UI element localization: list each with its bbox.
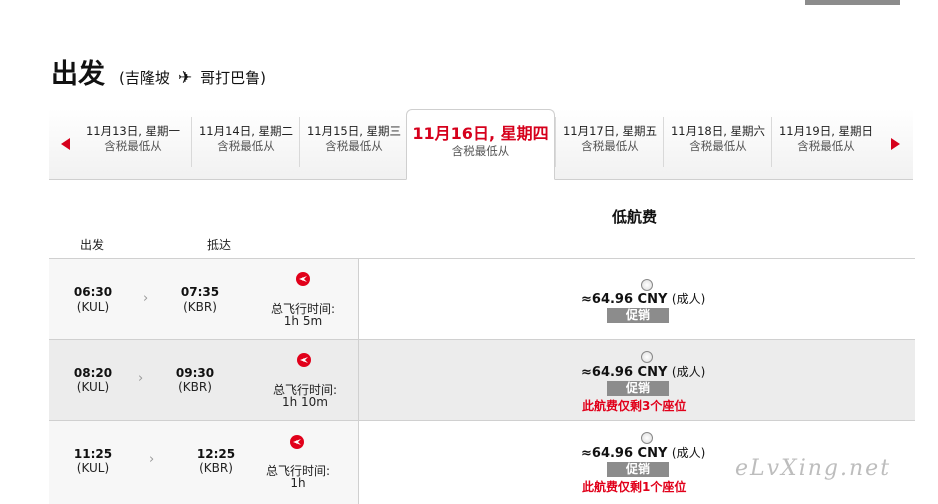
promo-badge: 促销 bbox=[607, 308, 669, 323]
arrival-time: 09:30 bbox=[175, 366, 215, 380]
date-tab-6[interactable]: 11月19日, 星期日 含税最低从 bbox=[771, 117, 880, 167]
page-header: 出发 (吉隆坡 ✈ 哥打巴鲁) bbox=[51, 52, 266, 90]
date-tab-date: 11月16日, 星期四 bbox=[412, 124, 549, 143]
promo-badge: 促销 bbox=[607, 381, 669, 396]
arrival-airport: (KBR) bbox=[183, 300, 217, 314]
top-action-button[interactable] bbox=[805, 0, 900, 5]
duration-value: 1h 5m bbox=[283, 314, 323, 328]
fare-amount: ≈64.96 CNY bbox=[581, 365, 668, 380]
departure-airport: (KUL) bbox=[76, 300, 110, 314]
fare-price: ≈64.96 CNY (成人) bbox=[581, 363, 705, 380]
chevron-right-icon: › bbox=[143, 291, 149, 306]
flight-plane-icon bbox=[290, 435, 304, 449]
date-tab-3-selected[interactable]: 11月16日, 星期四 含税最低从 bbox=[406, 109, 555, 180]
fare-passenger-type: (成人) bbox=[671, 446, 706, 460]
chevron-right-icon: › bbox=[138, 371, 144, 386]
fare-passenger-type: (成人) bbox=[671, 292, 706, 306]
date-tab-sub: 含税最低从 bbox=[797, 139, 855, 153]
airplane-icon: ✈ bbox=[177, 67, 193, 88]
seats-remaining: 此航费仅剩1个座位 bbox=[582, 480, 687, 494]
fare-passenger-type: (成人) bbox=[671, 365, 706, 379]
departure-time: 11:25 bbox=[73, 447, 113, 461]
flight-row[interactable]: 08:20 (KUL) › 09:30 (KBR) 总飞行时间: 1h 10m … bbox=[49, 339, 915, 420]
date-tab-date: 11月17日, 星期五 bbox=[562, 124, 658, 138]
date-tab-5[interactable]: 11月18日, 星期六 含税最低从 bbox=[663, 117, 772, 167]
date-tab-sub: 含税最低从 bbox=[217, 139, 275, 153]
duration-value: 1h bbox=[290, 476, 306, 490]
fare-radio[interactable] bbox=[641, 432, 653, 444]
arrival-time: 12:25 bbox=[196, 447, 236, 461]
arrival-airport: (KBR) bbox=[178, 380, 212, 394]
date-tab-sub: 含税最低从 bbox=[581, 139, 639, 153]
date-tab-0[interactable]: 11月13日, 星期一 含税最低从 bbox=[79, 117, 187, 167]
destination-city: 哥打巴鲁) bbox=[200, 69, 266, 87]
route: (吉隆坡 ✈ 哥打巴鲁) bbox=[119, 67, 266, 88]
origin-city: (吉隆坡 bbox=[119, 69, 170, 87]
departure-time: 08:20 bbox=[73, 366, 113, 380]
fare-price: ≈64.96 CNY (成人) bbox=[581, 290, 705, 307]
fare-column-header: 低航费 bbox=[612, 208, 658, 226]
fare-price: ≈64.96 CNY (成人) bbox=[581, 444, 705, 461]
seats-remaining: 此航费仅剩3个座位 bbox=[582, 399, 687, 413]
date-tab-4[interactable]: 11月17日, 星期五 含税最低从 bbox=[555, 117, 664, 167]
date-tab-date: 11月13日, 星期一 bbox=[85, 124, 181, 138]
fare-radio[interactable] bbox=[641, 351, 653, 363]
fare-amount: ≈64.96 CNY bbox=[581, 292, 668, 307]
date-tab-sub: 含税最低从 bbox=[689, 139, 747, 153]
date-selector: 11月13日, 星期一 含税最低从 11月14日, 星期二 含税最低从 11月1… bbox=[49, 109, 913, 180]
departure-time: 06:30 bbox=[73, 285, 113, 299]
flight-row[interactable]: 06:30 (KUL) › 07:35 (KBR) 总飞行时间: 1h 5m ≈… bbox=[49, 258, 915, 339]
page-title: 出发 bbox=[51, 59, 105, 90]
duration-value: 1h 10m bbox=[281, 395, 328, 409]
arrival-column-header: 抵达 bbox=[207, 238, 232, 252]
date-tab-2[interactable]: 11月15日, 星期三 含税最低从 bbox=[299, 117, 408, 167]
site-watermark: eLvXing.net bbox=[735, 456, 892, 481]
fare-cell: ≈64.96 CNY (成人) 促销 bbox=[359, 259, 915, 339]
date-tab-1[interactable]: 11月14日, 星期二 含税最低从 bbox=[191, 117, 300, 167]
departure-airport: (KUL) bbox=[76, 380, 110, 394]
date-tab-date: 11月15日, 星期三 bbox=[306, 124, 402, 138]
fare-cell: ≈64.96 CNY (成人) 促销 此航费仅剩3个座位 bbox=[359, 340, 915, 420]
fare-amount: ≈64.96 CNY bbox=[581, 446, 668, 461]
date-tab-date: 11月19日, 星期日 bbox=[778, 124, 874, 138]
date-tab-date: 11月18日, 星期六 bbox=[670, 124, 766, 138]
date-tab-sub: 含税最低从 bbox=[325, 139, 383, 153]
departure-column-header: 出发 bbox=[80, 238, 105, 252]
next-dates-arrow-icon[interactable] bbox=[891, 138, 900, 150]
arrival-airport: (KBR) bbox=[199, 461, 233, 475]
prev-dates-arrow-icon[interactable] bbox=[61, 138, 70, 150]
flight-plane-icon bbox=[297, 353, 311, 367]
chevron-right-icon: › bbox=[149, 452, 155, 467]
flight-plane-icon bbox=[296, 272, 310, 286]
date-tab-sub: 含税最低从 bbox=[104, 139, 162, 153]
departure-airport: (KUL) bbox=[76, 461, 110, 475]
arrival-time: 07:35 bbox=[180, 285, 220, 299]
promo-badge: 促销 bbox=[607, 462, 669, 477]
date-tab-sub: 含税最低从 bbox=[451, 144, 510, 158]
date-tab-date: 11月14日, 星期二 bbox=[198, 124, 294, 138]
